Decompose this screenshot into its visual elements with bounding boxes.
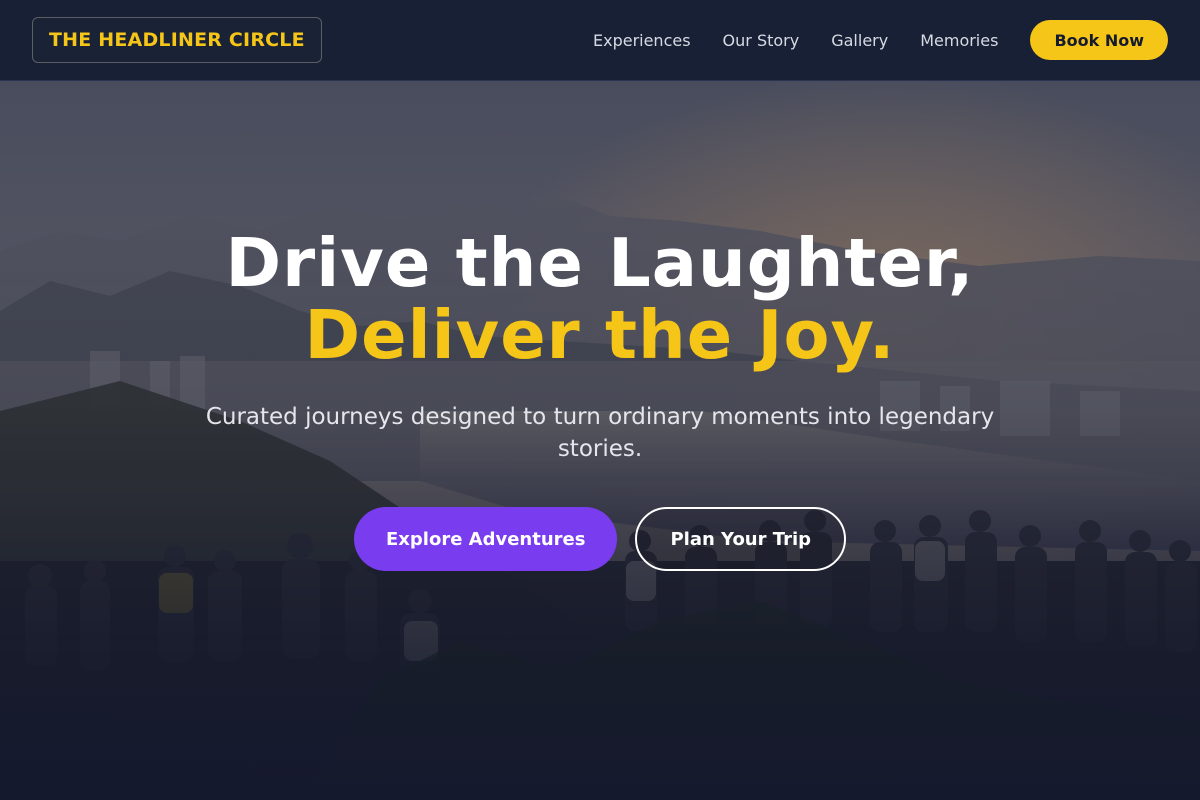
nav-link-our-story[interactable]: Our Story <box>723 31 800 50</box>
hero-section: Drive the Laughter, Deliver the Joy. Cur… <box>0 81 1200 800</box>
top-navbar: THE HEADLINER CIRCLE Experiences Our Sto… <box>0 0 1200 81</box>
headline-line-2: Deliver the Joy. <box>304 296 896 374</box>
nav-link-memories[interactable]: Memories <box>920 31 998 50</box>
headline-line-1: Drive the Laughter, <box>225 224 975 302</box>
hero-content: Drive the Laughter, Deliver the Joy. Cur… <box>0 227 1200 571</box>
hero-cta-row: Explore Adventures Plan Your Trip <box>0 507 1200 571</box>
plan-your-trip-button[interactable]: Plan Your Trip <box>635 507 846 571</box>
book-now-button[interactable]: Book Now <box>1030 20 1168 60</box>
main-nav: Experiences Our Story Gallery Memories B… <box>593 20 1168 60</box>
hero-subtitle: Curated journeys designed to turn ordina… <box>205 404 995 462</box>
explore-adventures-button[interactable]: Explore Adventures <box>354 507 618 571</box>
nav-link-experiences[interactable]: Experiences <box>593 31 691 50</box>
hero-headline: Drive the Laughter, Deliver the Joy. <box>0 227 1200 371</box>
nav-link-gallery[interactable]: Gallery <box>831 31 888 50</box>
site-logo[interactable]: THE HEADLINER CIRCLE <box>32 17 322 63</box>
